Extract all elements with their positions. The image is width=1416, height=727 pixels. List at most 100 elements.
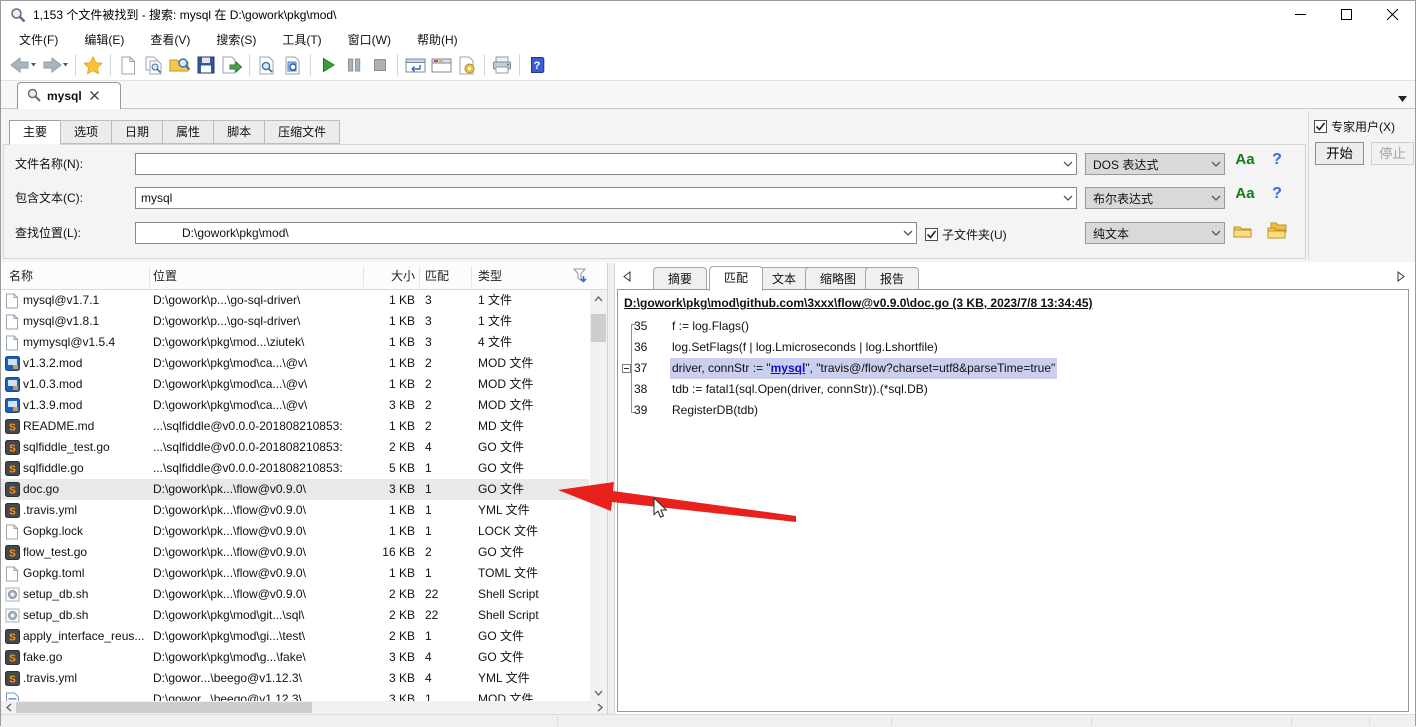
file-row[interactable]: setup_db.shD:\gowork\pk...\flow@v0.9.0\2… <box>1 584 589 605</box>
start-button[interactable]: 开始 <box>1315 142 1364 165</box>
expert-user-checkbox[interactable]: 专家用户(X) <box>1314 118 1395 135</box>
open-search-button[interactable] <box>167 52 193 78</box>
tabs-scroll-right-icon[interactable] <box>1397 271 1405 285</box>
file-row[interactable]: v1.0.3.modD:\gowork\pkg\mod\ca...\@v\1 K… <box>1 374 589 395</box>
hscroll-thumb[interactable] <box>16 702 312 713</box>
menu-file[interactable]: 文件(F) <box>9 31 68 48</box>
menu-edit[interactable]: 编辑(E) <box>74 31 134 48</box>
search-index-button[interactable] <box>280 52 306 78</box>
file-header-link[interactable]: D:\gowork\pkg\mod\github.com\3xxx\flow@v… <box>624 296 1093 310</box>
maximize-button[interactable] <box>1323 1 1369 28</box>
help-button[interactable]: ? <box>524 52 550 78</box>
tab-matches[interactable]: 匹配 <box>709 266 763 291</box>
file-row[interactable]: Ssqlfiddle_test.go...\sqlfiddle@v0.0.0-2… <box>1 437 589 458</box>
scroll-left-icon[interactable] <box>1 701 16 714</box>
pause-search-button[interactable] <box>341 52 367 78</box>
file-row[interactable]: v1.3.2.modD:\gowork\pkg\mod\ca...\@v\1 K… <box>1 353 589 374</box>
file-row[interactable]: SREADME.md...\sqlfiddle@v0.0.0-201808210… <box>1 416 589 437</box>
file-list-header[interactable]: 名称 位置 大小 匹配 类型 <box>1 263 607 290</box>
name-help-button[interactable]: ? <box>1269 151 1285 169</box>
file-row[interactable]: S.travis.ymlD:\gowor...\beego@v1.12.3\3 … <box>1 668 589 689</box>
forward-button[interactable] <box>39 52 71 78</box>
chevron-down-icon[interactable] <box>1059 154 1076 174</box>
tab-list-dropdown-icon[interactable] <box>1398 91 1407 105</box>
menu-tools[interactable]: 工具(T) <box>272 31 331 48</box>
favorites-button[interactable] <box>80 52 106 78</box>
tab-text[interactable]: 文本 <box>757 267 811 291</box>
name-case-toggle[interactable]: Aa <box>1233 151 1257 168</box>
file-list-vscrollbar[interactable] <box>590 290 607 701</box>
subfolders-checkbox[interactable]: 子文件夹(U) <box>925 226 1007 243</box>
chevron-down-icon[interactable] <box>1059 188 1076 208</box>
new-search-button[interactable] <box>115 52 141 78</box>
browse-folder-button[interactable] <box>1233 224 1252 242</box>
file-row[interactable]: Gopkg.lockD:\gowork\pk...\flow@v0.9.0\1 … <box>1 521 589 542</box>
stop-button[interactable]: 停止 <box>1371 142 1414 165</box>
column-name[interactable]: 名称 <box>9 263 33 290</box>
tab-scripts[interactable]: 脚本 <box>213 120 265 144</box>
back-button[interactable] <box>7 52 39 78</box>
tab-summary[interactable]: 摘要 <box>653 267 707 291</box>
tab-thumbnail[interactable]: 缩略图 <box>805 267 871 291</box>
header-filter-icon[interactable] <box>573 268 589 287</box>
file-row[interactable]: setup_db.shD:\gowork\pkg\mod\git...\sql\… <box>1 605 589 626</box>
menu-view[interactable]: 查看(V) <box>140 31 200 48</box>
file-row[interactable]: Sfake.goD:\gowork\pkg\mod\g...\fake\3 KB… <box>1 647 589 668</box>
file-list-hscrollbar[interactable] <box>1 701 607 714</box>
print-button[interactable] <box>489 52 515 78</box>
column-location[interactable]: 位置 <box>153 263 177 290</box>
vscroll-thumb[interactable] <box>591 314 606 342</box>
containing-text-input[interactable]: mysql <box>135 187 1077 209</box>
file-name-mode-select[interactable]: DOS 表达式 <box>1085 153 1225 175</box>
tab-attributes[interactable]: 属性 <box>162 120 214 144</box>
search-tab-mysql[interactable]: mysql <box>17 82 121 109</box>
menu-search[interactable]: 搜索(S) <box>206 31 266 48</box>
tab-report[interactable]: 报告 <box>865 267 919 291</box>
location-mode-select[interactable]: 纯文本 <box>1085 222 1225 244</box>
look-in-input[interactable]: D:\gowork\pkg\mod\ <box>135 222 917 244</box>
save-search-button[interactable] <box>193 52 219 78</box>
scroll-right-icon[interactable] <box>592 701 607 714</box>
dropdown-icon[interactable] <box>899 223 916 243</box>
start-search-button[interactable] <box>315 52 341 78</box>
tab-main[interactable]: 主要 <box>9 120 61 145</box>
tab-archives[interactable]: 压缩文件 <box>264 120 340 144</box>
file-row[interactable]: mymysql@v1.5.4D:\gowork\pkg\mod...\ziute… <box>1 332 589 353</box>
switch-window-button[interactable] <box>402 52 428 78</box>
panel-splitter[interactable] <box>607 263 615 714</box>
file-row[interactable]: v1.3.9.modD:\gowork\pkg\mod\ca...\@v\3 K… <box>1 395 589 416</box>
scroll-up-icon[interactable] <box>590 290 607 307</box>
file-row[interactable]: Sflow_test.goD:\gowork\pk...\flow@v0.9.0… <box>1 542 589 563</box>
column-type[interactable]: 类型 <box>478 263 502 290</box>
file-row[interactable]: Ssqlfiddle.go...\sqlfiddle@v0.0.0-201808… <box>1 458 589 479</box>
tab-options[interactable]: 选项 <box>60 120 112 144</box>
search-document-button[interactable] <box>254 52 280 78</box>
menu-window[interactable]: 窗口(W) <box>338 31 401 48</box>
file-row[interactable]: Gopkg.tomlD:\gowork\pk...\flow@v0.9.0\1 … <box>1 563 589 584</box>
stop-search-button[interactable] <box>367 52 393 78</box>
file-name-input[interactable] <box>135 153 1077 175</box>
tabs-scroll-left-icon[interactable] <box>623 271 631 285</box>
minimize-button[interactable] <box>1277 1 1323 28</box>
close-tab-icon[interactable] <box>90 89 99 103</box>
file-row[interactable]: S.travis.ymlD:\gowork\pk...\flow@v0.9.0\… <box>1 500 589 521</box>
text-help-button[interactable]: ? <box>1269 185 1285 203</box>
browse-folders-button[interactable] <box>1267 222 1288 242</box>
file-row[interactable]: Sdoc.goD:\gowork\pk...\flow@v0.9.0\3 KB1… <box>1 479 589 500</box>
export-results-button[interactable] <box>219 52 245 78</box>
collapse-icon[interactable] <box>622 358 634 379</box>
copy-search-button[interactable] <box>141 52 167 78</box>
search-options-button[interactable] <box>454 52 480 78</box>
text-case-toggle[interactable]: Aa <box>1233 185 1257 202</box>
scroll-down-icon[interactable] <box>590 684 607 701</box>
menu-help[interactable]: 帮助(H) <box>407 31 468 48</box>
close-button[interactable] <box>1369 1 1415 28</box>
file-row[interactable]: D:\gowor...\beego@v1.12.3\3 KB1MOD 文件 <box>1 689 589 701</box>
window-layout-button[interactable] <box>428 52 454 78</box>
text-mode-select[interactable]: 布尔表达式 <box>1085 187 1225 209</box>
match-link[interactable]: mysql <box>771 361 806 375</box>
file-row[interactable]: mysql@v1.7.1D:\gowork\p...\go-sql-driver… <box>1 290 589 311</box>
tab-dates[interactable]: 日期 <box>111 120 163 144</box>
file-row[interactable]: Sapply_interface_reus...D:\gowork\pkg\mo… <box>1 626 589 647</box>
column-matches[interactable]: 匹配 <box>425 263 449 290</box>
